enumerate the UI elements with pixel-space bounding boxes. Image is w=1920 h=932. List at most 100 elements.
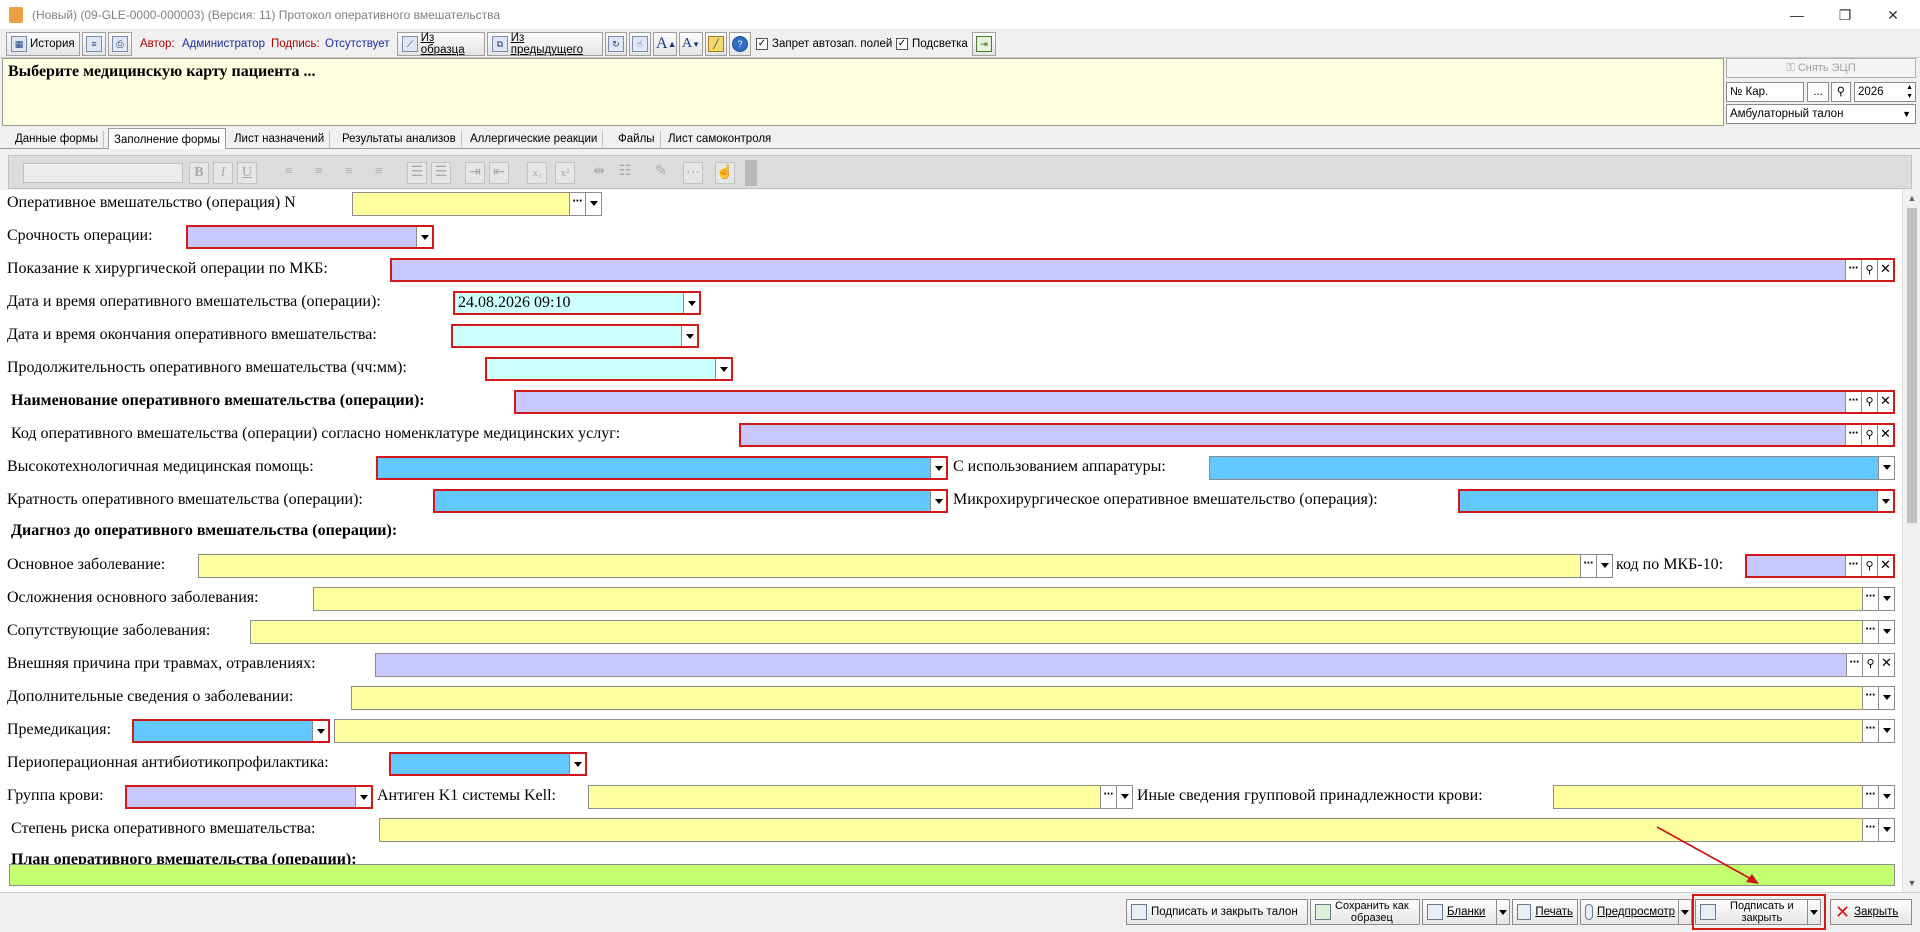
- blanks-button[interactable]: Бланки: [1422, 899, 1510, 925]
- help-button[interactable]: ?: [729, 32, 751, 56]
- dots-icon[interactable]: ⋯: [1862, 621, 1878, 643]
- table-icon[interactable]: ☷: [615, 162, 635, 184]
- chevron-down-icon[interactable]: [585, 193, 601, 215]
- search-icon[interactable]: ⚲: [1861, 260, 1877, 280]
- clear-button[interactable]: ╱: [705, 32, 727, 56]
- dots-icon[interactable]: ⋯: [1862, 588, 1878, 610]
- chevron-down-icon[interactable]: [930, 458, 946, 478]
- op-number-field[interactable]: ⋯: [352, 192, 602, 216]
- vertical-scrollbar[interactable]: ▲ ▼: [1902, 190, 1920, 892]
- preview-button[interactable]: Предпросмотр: [1580, 899, 1692, 925]
- history-button[interactable]: ▦ История: [6, 32, 80, 56]
- align-center-icon[interactable]: ≡: [309, 162, 329, 184]
- tab-allergies[interactable]: Аллергические реакции: [465, 131, 604, 149]
- microsurgery-select[interactable]: [1458, 489, 1895, 513]
- chevron-down-icon[interactable]: [355, 787, 371, 807]
- hitech-select[interactable]: [376, 456, 948, 480]
- pointer-format-icon[interactable]: ☝: [715, 162, 735, 184]
- justify-icon[interactable]: ≡: [369, 162, 389, 184]
- chevron-down-icon[interactable]: [312, 721, 328, 741]
- chevron-down-icon[interactable]: [1878, 457, 1894, 479]
- chevron-down-icon[interactable]: [1878, 819, 1894, 841]
- premedication-text-field[interactable]: ⋯: [334, 719, 1895, 743]
- italic-button[interactable]: I: [213, 162, 233, 184]
- exit-button[interactable]: ⇥: [972, 32, 996, 56]
- premedication-select[interactable]: [132, 719, 330, 743]
- numbered-list-icon[interactable]: ☰: [431, 162, 451, 184]
- equipment-select[interactable]: [1209, 456, 1895, 480]
- document-button[interactable]: ≡: [82, 32, 106, 56]
- tab-form-data[interactable]: Данные формы: [10, 131, 105, 149]
- from-previous-button[interactable]: ⧉ Из предыдущего: [487, 32, 603, 56]
- additional-field[interactable]: ⋯: [351, 686, 1895, 710]
- autofill-lock-checkbox[interactable]: ✓: [756, 38, 768, 50]
- other-blood-field[interactable]: ⋯: [1553, 785, 1895, 809]
- tab-self-control[interactable]: Лист самоконтроля: [663, 131, 776, 149]
- save-template-button[interactable]: Сохранить как образец: [1310, 899, 1420, 925]
- search-icon[interactable]: ⚲: [1862, 654, 1878, 676]
- sign-close-talon-button[interactable]: Подписать и закрыть талон: [1126, 899, 1308, 925]
- font-decrease-button[interactable]: A ▼: [679, 32, 703, 56]
- dots-icon[interactable]: ⋯: [1580, 555, 1596, 577]
- underline-button[interactable]: U: [237, 162, 257, 184]
- font-increase-button[interactable]: A ▲: [653, 32, 677, 56]
- op-name-field[interactable]: ⋯ ⚲ ✕: [514, 390, 1895, 414]
- minimize-button[interactable]: —: [1774, 0, 1820, 30]
- print-button[interactable]: Печать: [1512, 899, 1578, 925]
- chevron-down-icon[interactable]: [715, 359, 731, 379]
- blood-group-select[interactable]: [125, 785, 373, 809]
- chevron-down-icon[interactable]: [1878, 621, 1894, 643]
- preview-dropdown-icon[interactable]: [1678, 900, 1691, 924]
- restore-button[interactable]: ❐: [1822, 0, 1868, 30]
- scroll-down-icon[interactable]: ▼: [1907, 878, 1917, 890]
- print-doc-button[interactable]: ⎙: [108, 32, 132, 56]
- superscript-button[interactable]: x²: [555, 162, 575, 184]
- scroll-thumb[interactable]: [1907, 208, 1917, 523]
- talon-type-select[interactable]: Амбулаторный талон ▼: [1726, 104, 1916, 124]
- urgency-select[interactable]: [186, 225, 434, 249]
- mkb-indication-field[interactable]: ⋯ ⚲ ✕: [390, 258, 1895, 282]
- chevron-down-icon[interactable]: [683, 293, 699, 313]
- search-icon[interactable]: ⚲: [1861, 392, 1877, 412]
- op-duration-field[interactable]: [485, 357, 733, 381]
- kell-field[interactable]: ⋯: [588, 785, 1133, 809]
- insert-line-icon[interactable]: ⇹: [589, 162, 609, 184]
- op-code-field[interactable]: ⋯ ⚲ ✕: [739, 423, 1895, 447]
- close-icon[interactable]: ✕: [1877, 392, 1893, 412]
- highlight-checkbox[interactable]: ✓: [896, 38, 908, 50]
- close-icon[interactable]: ✕: [1878, 654, 1894, 676]
- chevron-down-icon[interactable]: [416, 227, 432, 247]
- op-datetime-field[interactable]: 24.08.2026 09:10: [453, 291, 701, 315]
- pointer-button[interactable]: ☝: [629, 32, 651, 56]
- scroll-up-icon[interactable]: ▲: [1907, 193, 1917, 205]
- brush-icon[interactable]: ✎: [651, 162, 671, 184]
- chevron-down-icon[interactable]: [930, 491, 946, 511]
- bold-button[interactable]: B: [189, 162, 209, 184]
- chevron-down-icon[interactable]: [1877, 491, 1893, 511]
- close-icon[interactable]: ✕: [1877, 425, 1893, 445]
- chevron-down-icon[interactable]: [1596, 555, 1612, 577]
- outdent-icon[interactable]: ⇤: [489, 162, 509, 184]
- close-button[interactable]: ✕ Закрыть: [1830, 899, 1912, 925]
- chevron-down-icon[interactable]: [681, 326, 697, 346]
- mkb10-code-field[interactable]: ⋯ ⚲ ✕: [1745, 554, 1895, 578]
- antibiotic-select[interactable]: [389, 752, 587, 776]
- dots-icon[interactable]: ⋯: [1845, 392, 1861, 412]
- op-end-field[interactable]: [451, 324, 699, 348]
- search-icon[interactable]: ⚲: [1861, 556, 1877, 576]
- bullet-list-icon[interactable]: ☰: [407, 162, 427, 184]
- chevron-down-icon[interactable]: [1878, 720, 1894, 742]
- card-select-button[interactable]: ...: [1807, 82, 1829, 102]
- comorbid-field[interactable]: ⋯: [250, 620, 1895, 644]
- multiplicity-select[interactable]: [433, 489, 948, 513]
- remove-ecp-button[interactable]: ⚿ Снять ЭЦП: [1726, 58, 1916, 78]
- blanks-dropdown-icon[interactable]: [1496, 900, 1509, 924]
- dots-icon[interactable]: ⋯: [1862, 819, 1878, 841]
- tab-analyses[interactable]: Результаты анализов: [337, 131, 462, 149]
- subscript-button[interactable]: x₂: [527, 162, 547, 184]
- dots-icon[interactable]: ⋯: [569, 193, 585, 215]
- search-icon[interactable]: ⚲: [1861, 425, 1877, 445]
- dots-icon[interactable]: ⋯: [1845, 425, 1861, 445]
- chevron-down-icon[interactable]: [1878, 786, 1894, 808]
- card-number-input[interactable]: № Кар.: [1726, 82, 1804, 102]
